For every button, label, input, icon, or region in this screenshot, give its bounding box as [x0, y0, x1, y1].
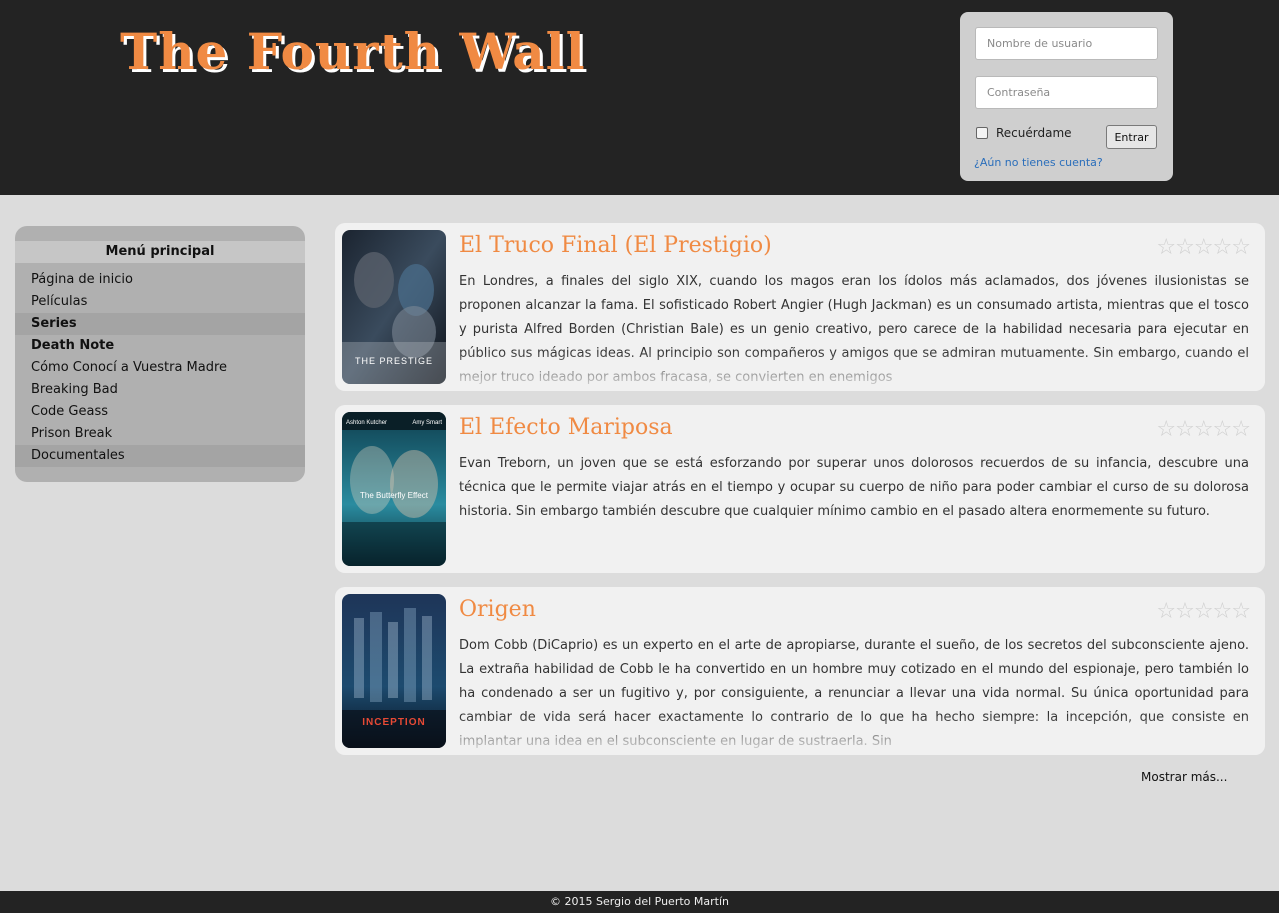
- movie-card: INCEPTION Origen ☆☆☆☆☆ Dom Cobb (DiCapri…: [335, 587, 1265, 755]
- sidebar-item-prison-break[interactable]: Prison Break: [15, 423, 305, 445]
- sidebar-item-code-geass[interactable]: Code Geass: [15, 401, 305, 423]
- poster-caption: THE PRESTIGE: [355, 356, 433, 366]
- sidebar-item-series[interactable]: Series: [15, 313, 305, 335]
- sidebar-item-how-i-met[interactable]: Cómo Conocí a Vuestra Madre: [15, 357, 305, 379]
- show-more-link[interactable]: Mostrar más...: [1141, 770, 1227, 784]
- login-button[interactable]: Entrar: [1106, 125, 1157, 149]
- poster-caption: The Butterfly Effect: [360, 491, 429, 500]
- movie-card: THE PRESTIGE El Truco Final (El Prestigi…: [335, 223, 1265, 391]
- movie-title[interactable]: Origen: [459, 597, 536, 622]
- password-input[interactable]: [975, 76, 1158, 109]
- username-input[interactable]: [975, 27, 1158, 60]
- sidebar-item-home[interactable]: Página de inicio: [15, 269, 305, 291]
- rating-stars[interactable]: ☆☆☆☆☆: [1156, 599, 1251, 624]
- remember-checkbox[interactable]: [976, 127, 988, 139]
- text-fade: [450, 715, 1265, 755]
- movie-card: Ashton Kutcher Amy Smart The Butterfly E…: [335, 405, 1265, 573]
- poster-actor-1: Ashton Kutcher: [346, 420, 387, 426]
- site-title[interactable]: The Fourth Wall: [120, 22, 586, 81]
- rating-stars[interactable]: ☆☆☆☆☆: [1156, 417, 1251, 442]
- movie-poster[interactable]: Ashton Kutcher Amy Smart The Butterfly E…: [342, 412, 446, 566]
- sidebar-item-movies[interactable]: Películas: [15, 291, 305, 313]
- menu-title: Menú principal: [15, 241, 305, 263]
- poster-caption: INCEPTION: [362, 717, 425, 728]
- sidebar-item-documentaries[interactable]: Documentales: [15, 445, 305, 467]
- movie-title[interactable]: El Truco Final (El Prestigio): [459, 233, 772, 258]
- login-box: Recuérdame Entrar ¿Aún no tienes cuenta?: [960, 12, 1173, 181]
- remember-label: Recuérdame: [996, 126, 1072, 140]
- sidebar-menu: Menú principal Página de inicio Película…: [15, 226, 305, 482]
- sidebar-item-death-note[interactable]: Death Note: [15, 335, 305, 357]
- movie-description: Evan Treborn, un joven que se está esfor…: [459, 456, 1249, 519]
- register-link[interactable]: ¿Aún no tienes cuenta?: [974, 156, 1103, 169]
- movie-poster[interactable]: INCEPTION: [342, 594, 446, 748]
- poster-actor-2: Amy Smart: [412, 420, 442, 426]
- rating-stars[interactable]: ☆☆☆☆☆: [1156, 235, 1251, 260]
- header: The Fourth Wall Recuérdame Entrar ¿Aún n…: [0, 0, 1279, 195]
- movie-title[interactable]: El Efecto Mariposa: [459, 415, 673, 440]
- footer: © 2015 Sergio del Puerto Martín: [0, 891, 1279, 913]
- movie-poster[interactable]: THE PRESTIGE: [342, 230, 446, 384]
- text-fade: [450, 351, 1265, 391]
- sidebar-item-breaking-bad[interactable]: Breaking Bad: [15, 379, 305, 401]
- remember-me[interactable]: Recuérdame: [976, 126, 1072, 140]
